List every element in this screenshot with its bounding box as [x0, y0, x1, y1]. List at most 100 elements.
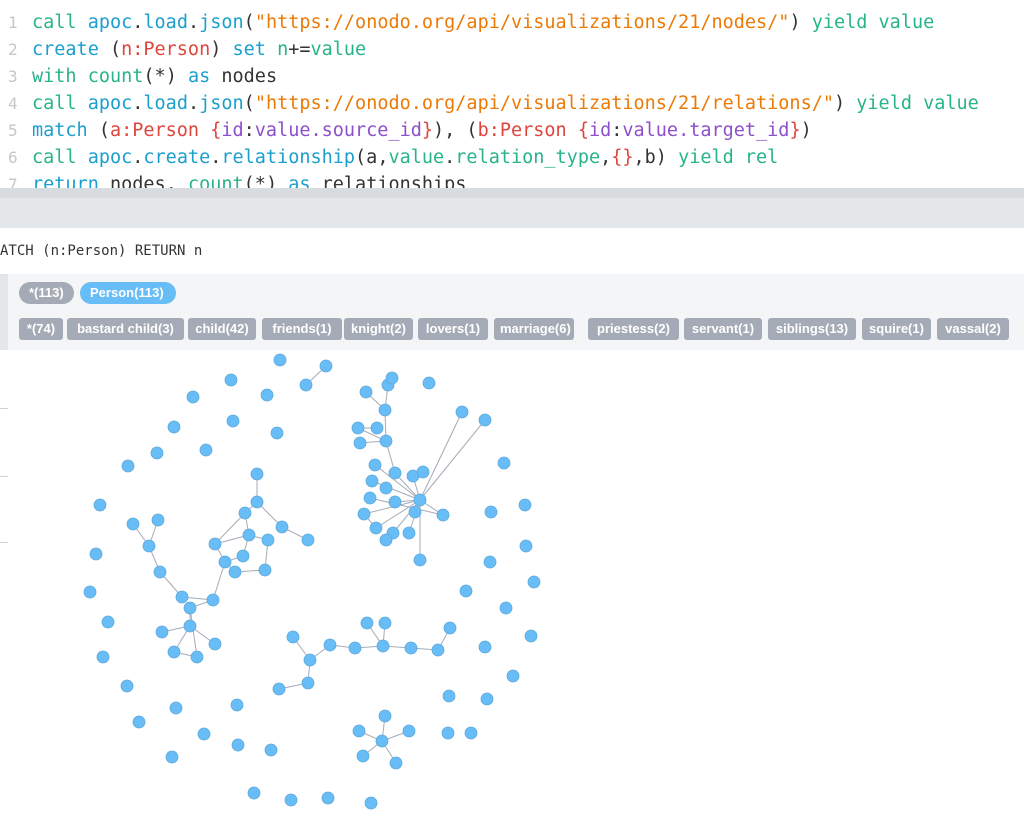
- graph-node-person[interactable]: [360, 616, 374, 630]
- graph-node-person[interactable]: [165, 750, 179, 764]
- graph-node-person[interactable]: [151, 513, 165, 527]
- graph-node-person[interactable]: [385, 371, 399, 385]
- graph-node-person[interactable]: [321, 791, 335, 805]
- graph-node-person[interactable]: [301, 533, 315, 547]
- graph-node-person[interactable]: [455, 405, 469, 419]
- relationship-type-pill[interactable]: squire(1): [862, 318, 931, 340]
- graph-node-person[interactable]: [226, 414, 240, 428]
- graph-node-person[interactable]: [206, 593, 220, 607]
- graph-node-person[interactable]: [250, 467, 264, 481]
- graph-node-person[interactable]: [273, 353, 287, 367]
- graph-node-person[interactable]: [351, 421, 365, 435]
- code-line[interactable]: 2 create (n:Person) set n+=value: [0, 36, 366, 63]
- graph-node-person[interactable]: [416, 465, 430, 479]
- graph-node-person[interactable]: [379, 533, 393, 547]
- graph-node-person[interactable]: [319, 359, 333, 373]
- graph-node-person[interactable]: [436, 508, 450, 522]
- graph-node-person[interactable]: [497, 456, 511, 470]
- graph-node-person[interactable]: [183, 601, 197, 615]
- graph-node-person[interactable]: [369, 521, 383, 535]
- graph-node-person[interactable]: [83, 585, 97, 599]
- graph-node-person[interactable]: [101, 615, 115, 629]
- graph-node-person[interactable]: [270, 426, 284, 440]
- graph-node-person[interactable]: [524, 629, 538, 643]
- graph-node-person[interactable]: [301, 676, 315, 690]
- graph-node-person[interactable]: [208, 537, 222, 551]
- graph-node-person[interactable]: [175, 590, 189, 604]
- graph-node-person[interactable]: [258, 563, 272, 577]
- graph-node-person[interactable]: [260, 388, 274, 402]
- graph-node-person[interactable]: [441, 726, 455, 740]
- graph-node-person[interactable]: [348, 641, 362, 655]
- code-line[interactable]: 6 call apoc.create.relationship(a,value.r…: [0, 144, 778, 171]
- relationship-type-pill[interactable]: friends(1): [262, 318, 342, 340]
- graph-node-person[interactable]: [132, 715, 146, 729]
- graph-node-person[interactable]: [208, 637, 222, 651]
- graph-node-person[interactable]: [224, 373, 238, 387]
- graph-node-person[interactable]: [275, 520, 289, 534]
- graph-node-person[interactable]: [228, 565, 242, 579]
- node-label-pill[interactable]: Person(113): [80, 282, 176, 304]
- graph-node-person[interactable]: [96, 650, 110, 664]
- graph-node-person[interactable]: [375, 734, 389, 748]
- graph-node-person[interactable]: [378, 616, 392, 630]
- graph-relationship[interactable]: [214, 512, 246, 545]
- graph-node-person[interactable]: [402, 724, 416, 738]
- graph-node-person[interactable]: [183, 619, 197, 633]
- graph-node-person[interactable]: [299, 378, 313, 392]
- graph-node-person[interactable]: [218, 555, 232, 569]
- graph-node-person[interactable]: [499, 601, 513, 615]
- graph-node-person[interactable]: [379, 481, 393, 495]
- graph-node-person[interactable]: [378, 709, 392, 723]
- graph-node-person[interactable]: [120, 679, 134, 693]
- relationship-type-pill[interactable]: lovers(1): [418, 318, 488, 340]
- graph-canvas[interactable]: [8, 350, 1024, 814]
- graph-node-person[interactable]: [230, 698, 244, 712]
- graph-node-person[interactable]: [126, 517, 140, 531]
- graph-node-person[interactable]: [121, 459, 135, 473]
- graph-svg[interactable]: [8, 350, 1024, 814]
- graph-node-person[interactable]: [261, 533, 275, 547]
- graph-node-person[interactable]: [356, 749, 370, 763]
- node-label-pill[interactable]: *(113): [19, 282, 74, 304]
- graph-node-person[interactable]: [389, 756, 403, 770]
- graph-node-person[interactable]: [413, 553, 427, 567]
- code-line[interactable]: 7 return nodes, count(*) as relationships: [0, 171, 466, 188]
- graph-node-person[interactable]: [422, 376, 436, 390]
- relationship-type-pill[interactable]: knight(2): [344, 318, 413, 340]
- graph-node-person[interactable]: [242, 528, 256, 542]
- graph-node-person[interactable]: [167, 645, 181, 659]
- code-line[interactable]: 4 call apoc.load.json("https://onodo.org/…: [0, 90, 979, 117]
- graph-node-person[interactable]: [264, 743, 278, 757]
- graph-node-person[interactable]: [478, 640, 492, 654]
- graph-relationship[interactable]: [189, 607, 198, 658]
- graph-node-person[interactable]: [379, 434, 393, 448]
- graph-node-person[interactable]: [323, 638, 337, 652]
- graph-node-person[interactable]: [376, 639, 390, 653]
- code-line[interactable]: 3 with count(*) as nodes: [0, 63, 277, 90]
- graph-node-person[interactable]: [359, 385, 373, 399]
- relationship-type-pill[interactable]: vassal(2): [937, 318, 1009, 340]
- relationship-type-pill[interactable]: bastard child(3): [67, 318, 184, 340]
- relationship-type-pill[interactable]: marriage(6): [494, 318, 574, 340]
- graph-node-person[interactable]: [231, 738, 245, 752]
- graph-node-person[interactable]: [199, 443, 213, 457]
- graph-node-person[interactable]: [167, 420, 181, 434]
- graph-node-person[interactable]: [368, 458, 382, 472]
- graph-node-person[interactable]: [364, 796, 378, 810]
- relationship-type-pill[interactable]: siblings(13): [768, 318, 856, 340]
- graph-node-person[interactable]: [365, 474, 379, 488]
- graph-node-person[interactable]: [197, 727, 211, 741]
- graph-relationship[interactable]: [369, 497, 444, 516]
- graph-node-person[interactable]: [169, 701, 183, 715]
- graph-node-person[interactable]: [484, 505, 498, 519]
- graph-node-person[interactable]: [442, 689, 456, 703]
- graph-node-person[interactable]: [413, 493, 427, 507]
- graph-node-person[interactable]: [506, 669, 520, 683]
- graph-node-person[interactable]: [236, 549, 250, 563]
- graph-node-person[interactable]: [478, 413, 492, 427]
- graph-node-person[interactable]: [186, 390, 200, 404]
- relationship-type-pill[interactable]: *(74): [19, 318, 63, 340]
- relationship-type-pill[interactable]: priestess(2): [588, 318, 679, 340]
- graph-node-person[interactable]: [272, 682, 286, 696]
